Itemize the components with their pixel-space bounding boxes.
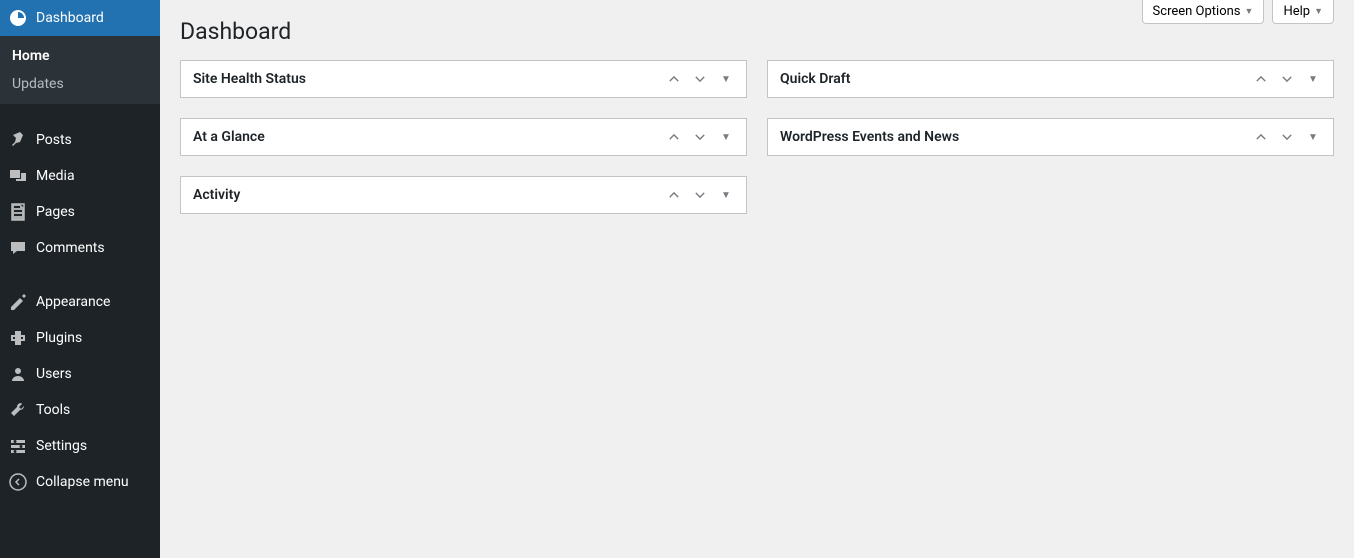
move-up-button[interactable] — [666, 71, 682, 87]
toggle-button[interactable]: ▼ — [718, 187, 734, 203]
toggle-button[interactable]: ▼ — [1305, 129, 1321, 145]
pages-icon — [8, 202, 28, 222]
toggle-button[interactable]: ▼ — [718, 129, 734, 145]
toggle-button[interactable]: ▼ — [718, 71, 734, 87]
main-content: Screen Options ▼ Help ▼ Dashboard Site H… — [160, 0, 1354, 558]
sidebar-separator — [0, 266, 160, 284]
dashboard-column-right: Quick Draft ▼ WordPress Events and News — [767, 60, 1334, 214]
sidebar-item-label: Plugins — [36, 330, 82, 346]
sidebar-item-dashboard[interactable]: Dashboard — [0, 0, 160, 36]
help-button[interactable]: Help ▼ — [1272, 0, 1334, 24]
sidebar-item-label: Media — [36, 168, 75, 184]
sidebar-item-label: Tools — [36, 402, 70, 418]
move-up-button[interactable] — [666, 187, 682, 203]
screen-options-button[interactable]: Screen Options ▼ — [1142, 0, 1265, 24]
metabox-site-health: Site Health Status ▼ — [180, 60, 747, 98]
caret-down-icon: ▼ — [721, 190, 731, 201]
sidebar-item-posts[interactable]: Posts — [0, 122, 160, 158]
caret-down-icon: ▼ — [721, 74, 731, 85]
sidebar-subitem-updates[interactable]: Updates — [0, 70, 160, 98]
move-down-button[interactable] — [1279, 71, 1295, 87]
users-icon — [8, 364, 28, 384]
metabox-title: Site Health Status — [193, 71, 666, 87]
sidebar-separator — [0, 104, 160, 122]
move-down-button[interactable] — [1279, 129, 1295, 145]
sidebar-item-settings[interactable]: Settings — [0, 428, 160, 464]
sidebar-item-collapse[interactable]: Collapse menu — [0, 464, 160, 500]
caret-down-icon: ▼ — [1245, 6, 1254, 17]
admin-sidebar: Dashboard Home Updates Posts Media — [0, 0, 160, 558]
move-up-button[interactable] — [1253, 71, 1269, 87]
metabox-title: Activity — [193, 187, 666, 203]
comments-icon — [8, 238, 28, 258]
metabox-title: At a Glance — [193, 129, 666, 145]
caret-down-icon: ▼ — [721, 132, 731, 143]
collapse-icon — [8, 472, 28, 492]
move-down-button[interactable] — [692, 129, 708, 145]
screen-meta-links: Screen Options ▼ Help ▼ — [1142, 0, 1334, 24]
plugins-icon — [8, 328, 28, 348]
metabox-header[interactable]: Site Health Status ▼ — [181, 61, 746, 97]
metabox-header[interactable]: Quick Draft ▼ — [768, 61, 1333, 97]
sidebar-subitem-home[interactable]: Home — [0, 42, 160, 70]
sidebar-item-plugins[interactable]: Plugins — [0, 320, 160, 356]
sidebar-item-label: Settings — [36, 438, 87, 454]
move-down-button[interactable] — [692, 187, 708, 203]
settings-icon — [8, 436, 28, 456]
sidebar-item-label: Collapse menu — [36, 474, 129, 490]
toggle-button[interactable]: ▼ — [1305, 71, 1321, 87]
dashboard-column-left: Site Health Status ▼ At a Glance — [180, 60, 747, 214]
metabox-title: Quick Draft — [780, 71, 1253, 87]
metabox-controls: ▼ — [1253, 71, 1321, 87]
metabox-title: WordPress Events and News — [780, 129, 1253, 145]
pin-icon — [8, 130, 28, 150]
move-down-button[interactable] — [692, 71, 708, 87]
metabox-quick-draft: Quick Draft ▼ — [767, 60, 1334, 98]
sidebar-item-label: Pages — [36, 204, 75, 220]
sidebar-item-label: Dashboard — [36, 10, 104, 26]
metabox-activity: Activity ▼ — [180, 176, 747, 214]
help-label: Help — [1283, 4, 1310, 19]
sidebar-submenu-dashboard: Home Updates — [0, 36, 160, 104]
dashboard-icon — [8, 8, 28, 28]
sidebar-item-label: Posts — [36, 132, 72, 148]
sidebar-item-label: Users — [36, 366, 72, 382]
sidebar-item-media[interactable]: Media — [0, 158, 160, 194]
sidebar-item-tools[interactable]: Tools — [0, 392, 160, 428]
sidebar-item-label: Comments — [36, 240, 105, 256]
caret-down-icon: ▼ — [1314, 6, 1323, 17]
metabox-header[interactable]: WordPress Events and News ▼ — [768, 119, 1333, 155]
sidebar-item-comments[interactable]: Comments — [0, 230, 160, 266]
dashboard-widgets: Site Health Status ▼ At a Glance — [180, 60, 1334, 214]
move-up-button[interactable] — [666, 129, 682, 145]
sidebar-item-pages[interactable]: Pages — [0, 194, 160, 230]
caret-down-icon: ▼ — [1308, 74, 1318, 85]
metabox-controls: ▼ — [666, 187, 734, 203]
metabox-at-a-glance: At a Glance ▼ — [180, 118, 747, 156]
move-up-button[interactable] — [1253, 129, 1269, 145]
screen-options-label: Screen Options — [1153, 4, 1241, 19]
metabox-header[interactable]: Activity ▼ — [181, 177, 746, 213]
metabox-controls: ▼ — [1253, 129, 1321, 145]
sidebar-item-label: Appearance — [36, 294, 110, 310]
metabox-header[interactable]: At a Glance ▼ — [181, 119, 746, 155]
metabox-wordpress-events: WordPress Events and News ▼ — [767, 118, 1334, 156]
metabox-controls: ▼ — [666, 71, 734, 87]
sidebar-item-appearance[interactable]: Appearance — [0, 284, 160, 320]
sidebar-item-users[interactable]: Users — [0, 356, 160, 392]
metabox-controls: ▼ — [666, 129, 734, 145]
appearance-icon — [8, 292, 28, 312]
caret-down-icon: ▼ — [1308, 132, 1318, 143]
media-icon — [8, 166, 28, 186]
tools-icon — [8, 400, 28, 420]
